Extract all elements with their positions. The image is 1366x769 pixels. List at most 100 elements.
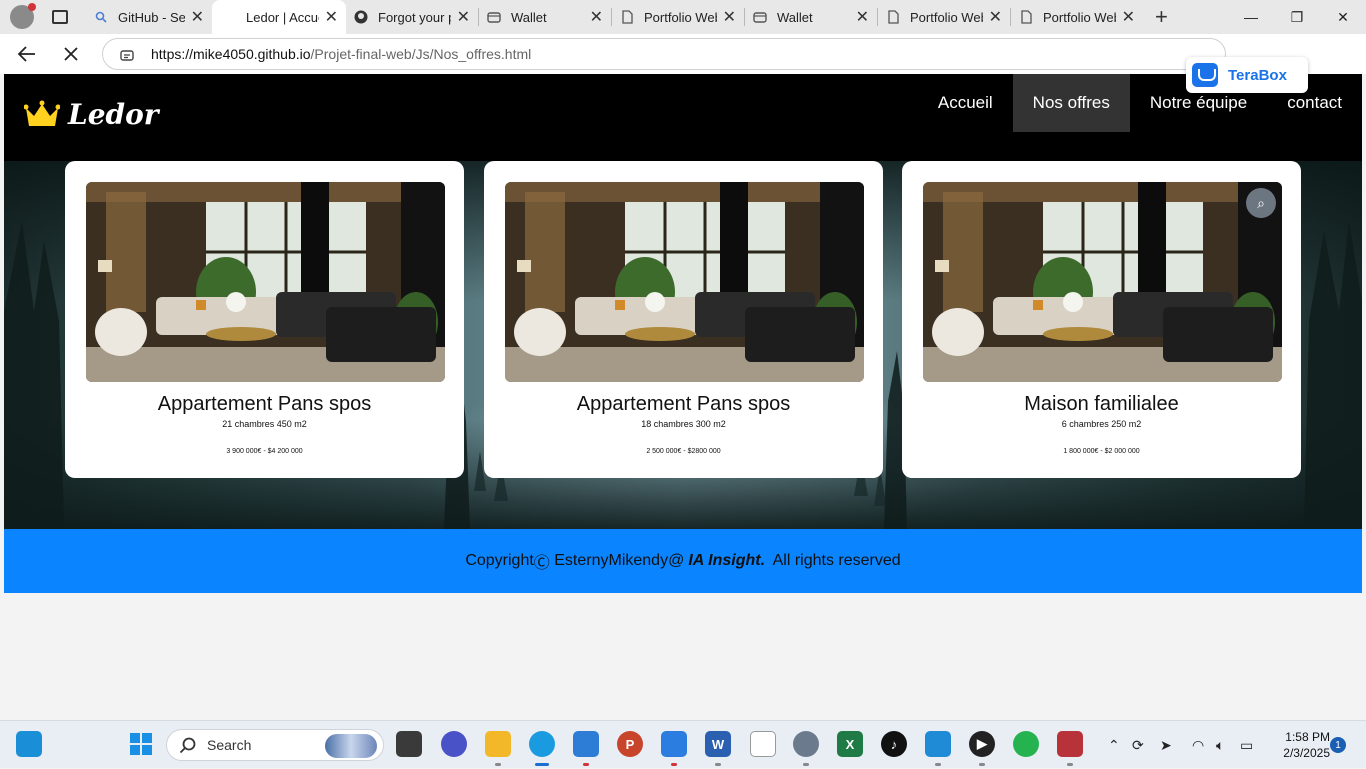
widgets-icon[interactable] (16, 731, 42, 757)
tiktok-icon[interactable]: ♪ (881, 731, 907, 757)
word-icon[interactable]: W (705, 731, 731, 757)
tab-wallet[interactable]: Wallet ✕ (479, 0, 611, 34)
photos-icon[interactable] (573, 731, 599, 757)
running-indicator (1067, 763, 1073, 766)
nav-nos-offres[interactable]: Nos offres (1012, 74, 1130, 132)
back-button[interactable] (12, 39, 42, 69)
close-icon[interactable]: ✕ (723, 7, 736, 27)
offer-details: 18 chambres 300 m2 (641, 419, 726, 429)
offer-image[interactable]: ⌕ (923, 182, 1282, 382)
snipping-tool-icon[interactable] (1057, 731, 1083, 757)
active-indicator (535, 763, 549, 766)
show-hidden-icons[interactable]: ⌃ (1108, 721, 1120, 769)
whatsapp-icon[interactable] (1013, 731, 1039, 757)
running-indicator (583, 763, 589, 766)
terabox-icon (1192, 63, 1218, 87)
github-icon (354, 10, 368, 24)
logo-text: Ledor (68, 98, 159, 131)
tab-portfolio-3[interactable]: Portfolio Web ✕ (1011, 0, 1143, 34)
new-tab-button[interactable]: + (1155, 4, 1168, 30)
tab-forgot-password[interactable]: Forgot your p ✕ (346, 0, 478, 34)
close-icon[interactable]: ✕ (989, 7, 1002, 27)
offer-card[interactable]: ⌕ Maison familialee 6 chambres 250 m2 1 … (902, 161, 1301, 478)
close-icon[interactable]: ✕ (1122, 7, 1135, 27)
terabox-label: TeraBox (1228, 66, 1287, 84)
close-window-button[interactable]: ✕ (1320, 0, 1366, 34)
store-icon[interactable] (661, 731, 687, 757)
tab-github-search[interactable]: GitHub - Sear ✕ (86, 0, 212, 34)
offer-image[interactable] (505, 182, 864, 382)
chat-icon[interactable] (441, 731, 467, 757)
running-indicator (495, 763, 501, 766)
close-icon[interactable]: ✕ (325, 7, 338, 27)
url-host: https://mike4050.github.io (151, 46, 311, 62)
wifi-icon[interactable]: ◠ (1192, 721, 1204, 769)
running-indicator (803, 763, 809, 766)
vscode-icon[interactable] (925, 731, 951, 757)
url-field[interactable]: https://mike4050.github.io/Projet-final-… (102, 38, 1226, 70)
copyright-icon: Ⓒ (533, 555, 550, 572)
tab-actions-icon[interactable] (52, 10, 68, 24)
taskbar-search-field[interactable]: Search (166, 729, 384, 761)
clock-date: 2/3/2025 (1283, 746, 1330, 760)
task-view-icon[interactable] (396, 731, 422, 757)
stop-loading-button[interactable] (56, 39, 86, 69)
minimize-button[interactable]: — (1228, 0, 1274, 34)
close-icon[interactable]: ✕ (457, 7, 470, 27)
tab-portfolio-1[interactable]: Portfolio Web ✕ (612, 0, 744, 34)
offer-price: 3 900 000€ - $4 200 000 (226, 448, 303, 455)
offer-details: 6 chambres 250 m2 (1061, 419, 1142, 429)
tab-wallet-2[interactable]: Wallet ✕ (745, 0, 877, 34)
tab-title: Wallet (777, 9, 813, 25)
page-icon (1019, 10, 1033, 24)
media-player-icon[interactable]: ▶ (969, 731, 995, 757)
offer-card[interactable]: Appartement Pans spos 21 chambres 450 m2… (65, 161, 464, 478)
site-logo[interactable]: Ledor (24, 98, 159, 131)
offer-card[interactable]: Appartement Pans spos 18 chambres 300 m2… (484, 161, 883, 478)
offer-image[interactable] (86, 182, 445, 382)
excel-icon[interactable]: X (837, 731, 863, 757)
clock-time: 1:58 PM (1285, 730, 1330, 744)
terabox-extension-button[interactable]: TeraBox (1186, 57, 1308, 93)
running-indicator (935, 763, 941, 766)
visual-search-icon[interactable]: ⌕ (1246, 188, 1276, 218)
offer-price: 2 500 000€ - $2800 000 (646, 448, 721, 455)
running-indicator (715, 763, 721, 766)
close-icon[interactable]: ✕ (856, 7, 869, 27)
page-icon (886, 10, 900, 24)
volume-icon[interactable]: 🔈︎ (1216, 721, 1224, 769)
search-icon (179, 737, 196, 754)
nav-accueil[interactable]: Accueil (918, 74, 1013, 132)
restore-button[interactable]: ❐ (1274, 0, 1320, 34)
page-icon (620, 10, 634, 24)
profile-avatar[interactable] (10, 3, 36, 29)
offer-title: Maison familialee (1024, 393, 1179, 415)
settings-icon[interactable] (793, 731, 819, 757)
offer-price: 1 800 000€ - $2 000 000 (1063, 448, 1140, 455)
system-clock[interactable]: 1:58 PM 2/3/2025 (1268, 729, 1330, 761)
close-icon[interactable]: ✕ (590, 7, 603, 27)
site-info-icon[interactable] (119, 46, 135, 62)
search-placeholder: Search (207, 737, 252, 753)
footer-author: EsternyMikendy@ (549, 552, 685, 569)
tab-title: Forgot your p (378, 9, 451, 25)
tab-ledor-active[interactable]: Ledor | Accue ✕ (212, 0, 346, 34)
powerpoint-icon[interactable]: P (617, 731, 643, 757)
running-indicator (671, 763, 677, 766)
url-path: /Projet-final-web/Js/Nos_offres.html (310, 46, 532, 62)
footer-prefix: Copyright (465, 552, 534, 569)
file-explorer-icon[interactable] (485, 731, 511, 757)
close-icon[interactable]: ✕ (191, 7, 204, 27)
search-highlight-image (325, 734, 377, 758)
location-icon[interactable]: ➤ (1160, 721, 1172, 769)
battery-icon[interactable]: ▭ (1240, 721, 1253, 769)
sync-icon[interactable]: ⟳ (1132, 721, 1144, 769)
tab-portfolio-2[interactable]: Portfolio Web ✕ (878, 0, 1010, 34)
start-button-icon[interactable] (128, 731, 154, 757)
windows-taskbar: Search P W X ♪ ▶ ⌃ ⟳ ➤ ◠ 🔈︎ ▭ 1:58 PM 2/… (0, 720, 1366, 768)
edge-icon[interactable] (529, 731, 555, 757)
notepad-icon[interactable] (750, 731, 776, 757)
site-header: Ledor Accueil Nos offres Notre équipe co… (4, 74, 1362, 161)
offer-title: Appartement Pans spos (157, 393, 372, 415)
notification-badge[interactable]: 1 (1330, 737, 1346, 753)
